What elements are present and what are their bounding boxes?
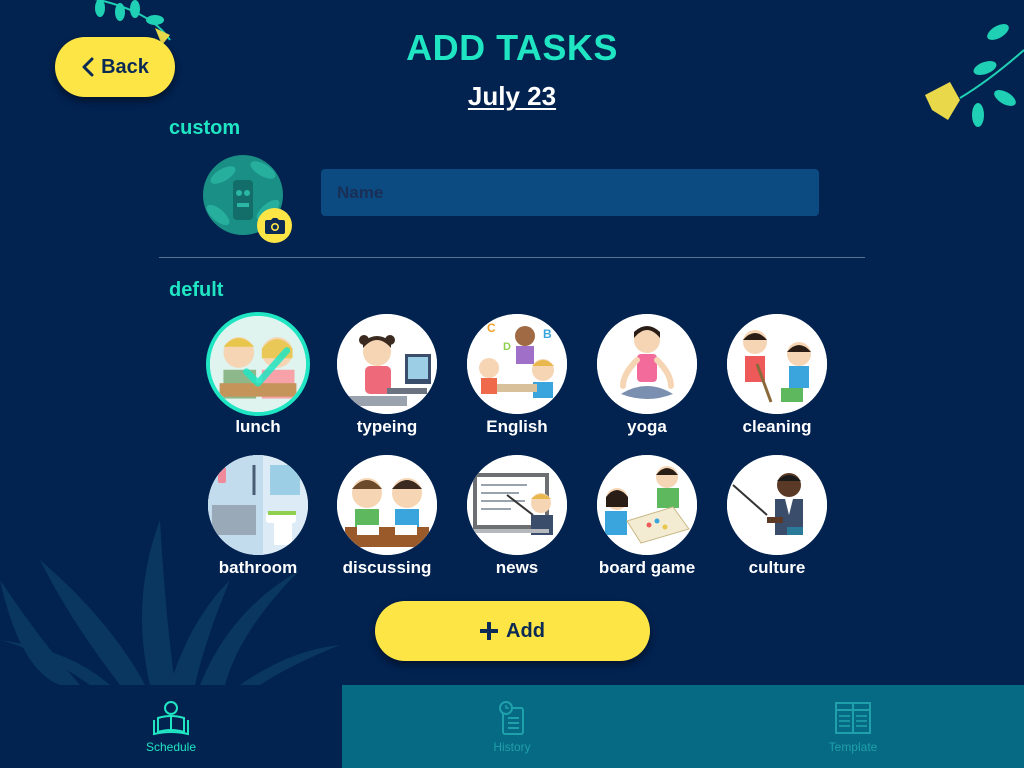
typing-illustration-icon (337, 314, 437, 414)
task-image-cleaning (727, 314, 827, 414)
task-cleaning[interactable]: cleaning (712, 314, 842, 437)
task-label-board-game: board game (598, 558, 696, 577)
task-label-english: English (486, 417, 548, 436)
news-illustration-icon (467, 455, 567, 555)
task-image-lunch (206, 312, 310, 416)
task-image-culture (727, 455, 827, 555)
lunch-illustration-icon (210, 316, 306, 412)
svg-text:C: C (487, 321, 496, 335)
tab-template[interactable]: Template (682, 685, 1024, 768)
task-discussing[interactable]: discussing (322, 455, 452, 578)
camera-button[interactable] (257, 208, 292, 243)
discussing-illustration-icon (337, 455, 437, 555)
task-culture[interactable]: culture (712, 455, 842, 578)
task-label-cleaning: cleaning (742, 417, 812, 436)
task-news[interactable]: news (452, 455, 582, 578)
task-label-news: news (495, 558, 539, 577)
task-english[interactable]: C D B English (452, 314, 582, 437)
bathroom-illustration-icon (208, 455, 308, 555)
tab-label-template: Template (828, 739, 878, 754)
svg-text:B: B (543, 327, 552, 341)
yoga-illustration-icon (597, 314, 697, 414)
plus-icon (480, 622, 499, 640)
add-button[interactable]: Add (375, 601, 650, 661)
task-image-board-game (597, 455, 697, 555)
tab-history[interactable]: History (342, 685, 682, 768)
custom-section-label: custom (169, 117, 241, 139)
svg-text:D: D (503, 341, 511, 353)
task-typeing[interactable]: typeing (322, 314, 452, 437)
history-icon (499, 700, 524, 735)
cleaning-illustration-icon (727, 314, 827, 414)
board-game-illustration-icon (597, 455, 697, 555)
task-label-typeing: typeing (356, 417, 418, 436)
task-yoga[interactable]: yoga (582, 314, 712, 437)
task-image-bathroom (208, 455, 308, 555)
tab-schedule[interactable]: Schedule (0, 685, 342, 768)
tab-label-schedule: Schedule (145, 739, 197, 754)
task-image-english: C D B (467, 314, 567, 414)
task-image-discussing (337, 455, 437, 555)
section-divider (159, 257, 865, 258)
task-bathroom[interactable]: bathroom (193, 455, 323, 578)
reader-icon (153, 700, 189, 735)
task-label-lunch: lunch (235, 417, 281, 436)
task-image-yoga (597, 314, 697, 414)
culture-illustration-icon (727, 455, 827, 555)
page-date: July 23 (467, 81, 557, 111)
template-icon (835, 701, 871, 734)
task-label-yoga: yoga (627, 417, 667, 436)
task-image-news (467, 455, 567, 555)
task-label-discussing: discussing (342, 558, 432, 577)
task-label-bathroom: bathroom (218, 558, 298, 577)
name-input[interactable] (321, 169, 819, 216)
task-image-typeing (337, 314, 437, 414)
tab-bar: Schedule History Template (0, 685, 1024, 768)
camera-icon (264, 217, 285, 234)
page-title: ADD TASKS (406, 27, 618, 68)
task-board-game[interactable]: board game (582, 455, 712, 578)
add-button-label: Add (506, 619, 545, 642)
task-lunch[interactable]: lunch (193, 312, 323, 437)
task-label-culture: culture (748, 558, 806, 577)
default-section-label: defult (169, 279, 224, 301)
english-illustration-icon: C D B (467, 314, 567, 414)
tab-label-history: History (493, 739, 531, 754)
